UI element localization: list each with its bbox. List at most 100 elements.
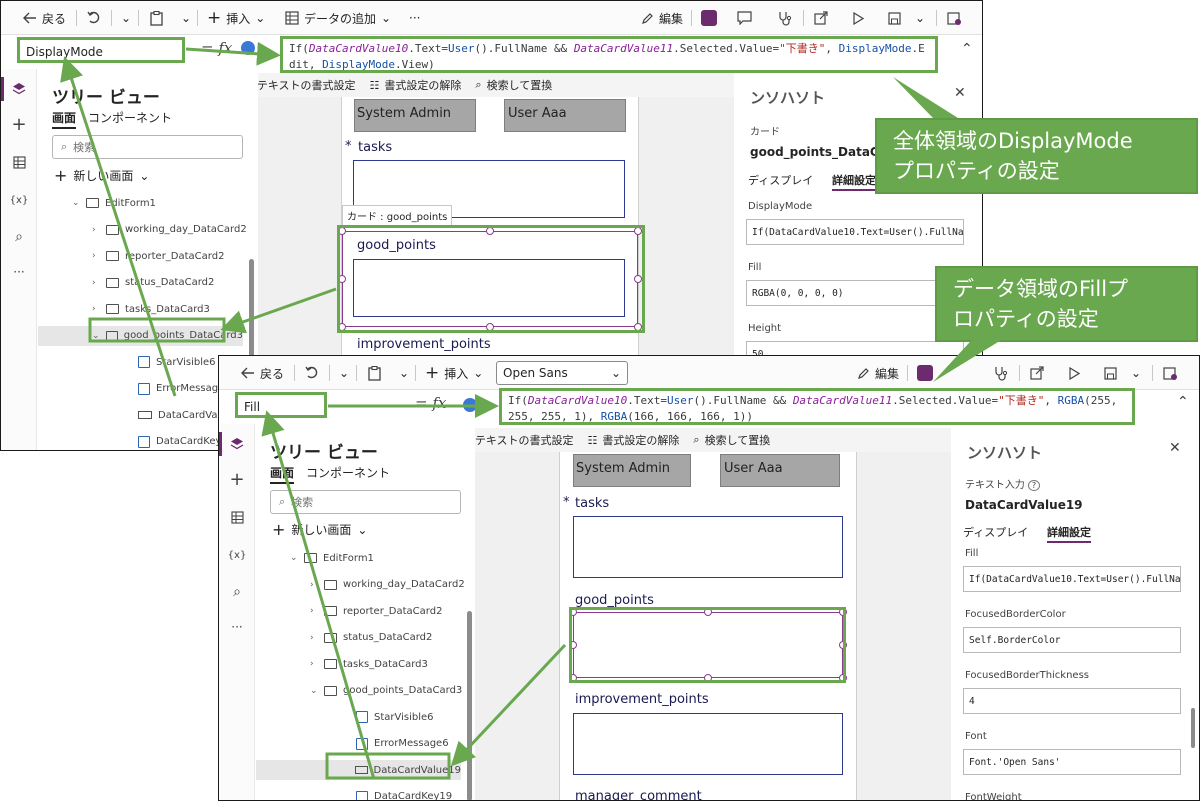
share-icon[interactable] [1028, 364, 1046, 382]
tab-screens[interactable]: 画面 [52, 109, 77, 129]
tree-search-input[interactable]: ⌕ 検索 [52, 135, 243, 159]
chevron-down-icon[interactable]: ⌄ [911, 9, 929, 27]
input-tasks[interactable] [573, 516, 843, 578]
tab-advanced[interactable]: 詳細設定 [1047, 524, 1091, 543]
tab-advanced[interactable]: 詳細設定 [832, 172, 876, 191]
search-icon[interactable]: ⌕ [10, 228, 28, 246]
remove-format-button[interactable]: ☷ 書式設定の解除 [370, 77, 462, 93]
tile-system-admin[interactable]: System Admin [354, 99, 476, 132]
text-format-button[interactable]: ☰テキストの書式設定 [242, 77, 356, 93]
chevron-right-icon[interactable]: › [92, 278, 100, 288]
find-replace-button[interactable]: ⌕ 検索して置換 [693, 432, 770, 448]
chevron-right-icon[interactable]: › [92, 225, 100, 235]
paste-icon[interactable] [147, 9, 165, 27]
tile-user[interactable]: User Aaa [504, 99, 626, 132]
collapse-chevron-icon[interactable]: ⌃ [961, 41, 973, 57]
variables-icon[interactable]: {x} [228, 546, 247, 564]
new-screen-button[interactable]: + 新しい画面 ⌄ [272, 520, 367, 539]
play-icon[interactable] [849, 9, 867, 27]
property-value-input[interactable]: Font.'Open Sans' [963, 749, 1181, 775]
chevron-right-icon[interactable]: › [310, 606, 318, 616]
layers-icon[interactable] [10, 80, 28, 98]
chevron-down-icon[interactable]: ⌄ [310, 686, 318, 696]
copilot-icon[interactable] [241, 41, 255, 55]
tile-user[interactable]: User Aaa [720, 454, 840, 487]
text-format-button[interactable]: ☰テキストの書式設定 [460, 432, 574, 448]
help-icon[interactable]: ? [1027, 480, 1041, 491]
chevron-down-icon[interactable]: ⌄ [92, 331, 100, 341]
chevron-right-icon[interactable]: › [310, 633, 318, 643]
more-icon[interactable]: ··· [10, 263, 28, 281]
table-icon[interactable] [228, 508, 246, 526]
tile-system-admin[interactable]: System Admin [573, 454, 691, 487]
add-data-button[interactable]: データの追加 ⌄ [285, 9, 391, 27]
app-badge-icon[interactable] [700, 9, 718, 27]
publish-icon[interactable] [945, 9, 963, 27]
play-icon[interactable] [1065, 364, 1083, 382]
property-dropdown[interactable]: DisplayMode [17, 37, 185, 63]
tree-node[interactable]: › tasks_DataCard3 [92, 299, 210, 319]
formula-bar[interactable]: If(DataCardValue10.Text=User().FullName … [280, 36, 938, 73]
more-icon[interactable]: ··· [228, 618, 246, 636]
chevron-down-icon[interactable]: ⌄ [117, 9, 135, 27]
chevron-right-icon[interactable]: › [310, 580, 318, 590]
tree-node[interactable]: StarVisible6 [124, 352, 216, 372]
property-value-input[interactable]: 4 [963, 688, 1181, 714]
back-button[interactable]: 戻る [23, 9, 66, 27]
tree-node[interactable]: ⌄ good_points_DataCard3 [38, 325, 243, 346]
edit-button[interactable]: 編集 [641, 9, 683, 27]
property-value-input[interactable]: Self.BorderColor [963, 627, 1181, 653]
tab-display[interactable]: ディスプレイ [748, 172, 813, 188]
undo-icon[interactable] [85, 9, 103, 27]
chevron-right-icon[interactable]: › [92, 251, 100, 261]
property-value-input[interactable]: RGBA(0, 0, 0, 0) [746, 280, 964, 306]
more-button[interactable]: ··· [409, 9, 420, 27]
tree-node[interactable]: ErrorMessage6 [124, 379, 231, 399]
tree-node[interactable]: DataCardValue19 [256, 760, 461, 780]
tab-components[interactable]: コンポーネント [306, 464, 390, 484]
chevron-down-icon[interactable]: ⌄ [177, 9, 195, 27]
tree-node[interactable]: › working_day_DataCard2 [310, 575, 465, 595]
tree-search-input[interactable]: ⌕ 検索 [270, 490, 461, 514]
stethoscope-icon[interactable] [992, 364, 1010, 382]
copilot-icon[interactable] [463, 398, 477, 412]
chevron-down-icon[interactable]: ⌄ [72, 198, 80, 208]
find-replace-button[interactable]: ⌕ 検索して置換 [475, 77, 552, 93]
plus-icon[interactable]: + [10, 114, 28, 135]
tree-node[interactable]: ⌄ EditForm1 [72, 193, 156, 213]
tree-node[interactable]: ErrorMessage6 [342, 734, 449, 754]
remove-format-button[interactable]: ☷ 書式設定の解除 [588, 432, 680, 448]
property-dropdown[interactable]: Fill [235, 392, 327, 418]
tab-screens[interactable]: 画面 [270, 464, 295, 484]
property-value-input[interactable]: If(DataCardValue10.Text=User().FullNa [963, 566, 1181, 592]
variables-icon[interactable]: {x} [10, 191, 29, 209]
tree-node[interactable]: ⌄ EditForm1 [290, 548, 374, 568]
property-value-input[interactable]: If(DataCardValue10.Text=User().FullNa [746, 219, 964, 245]
paste-icon[interactable] [365, 364, 383, 382]
tree-node[interactable]: › reporter_DataCard2 [310, 601, 442, 621]
save-icon[interactable] [1101, 364, 1119, 382]
tree-node[interactable]: › tasks_DataCard3 [310, 654, 428, 674]
save-icon[interactable] [885, 9, 903, 27]
font-dropdown[interactable]: Open Sans ⌄ [496, 361, 628, 385]
chevron-down-icon[interactable]: ⌄ [290, 553, 298, 563]
back-button[interactable]: 戻る [241, 364, 284, 382]
chevron-right-icon[interactable]: › [92, 304, 100, 314]
chevron-down-icon[interactable]: ⌄ [335, 364, 353, 382]
close-icon[interactable]: ✕ [1169, 440, 1181, 456]
tree-node[interactable]: StarVisible6 [342, 707, 434, 727]
input-improvement-points[interactable] [573, 713, 843, 775]
chevron-down-icon[interactable]: ⌄ [395, 364, 413, 382]
new-screen-button[interactable]: + 新しい画面 ⌄ [54, 166, 149, 185]
close-icon[interactable]: ✕ [954, 85, 966, 101]
tree-node[interactable]: ⌄ good_points_DataCard3 [310, 681, 462, 701]
chevron-down-icon[interactable]: ⌄ [1127, 364, 1145, 382]
plus-icon[interactable]: + [228, 469, 246, 490]
tab-components[interactable]: コンポーネント [88, 109, 172, 129]
insert-button[interactable]: + 挿入 ⌄ [425, 364, 483, 382]
tree-node[interactable]: DataCardKey19 [342, 787, 452, 800]
chevron-right-icon[interactable]: › [310, 659, 318, 669]
edit-button[interactable]: 編集 [857, 364, 899, 382]
tree-node[interactable]: › reporter_DataCard2 [92, 246, 224, 266]
tree-node[interactable]: › status_DataCard2 [92, 273, 214, 293]
